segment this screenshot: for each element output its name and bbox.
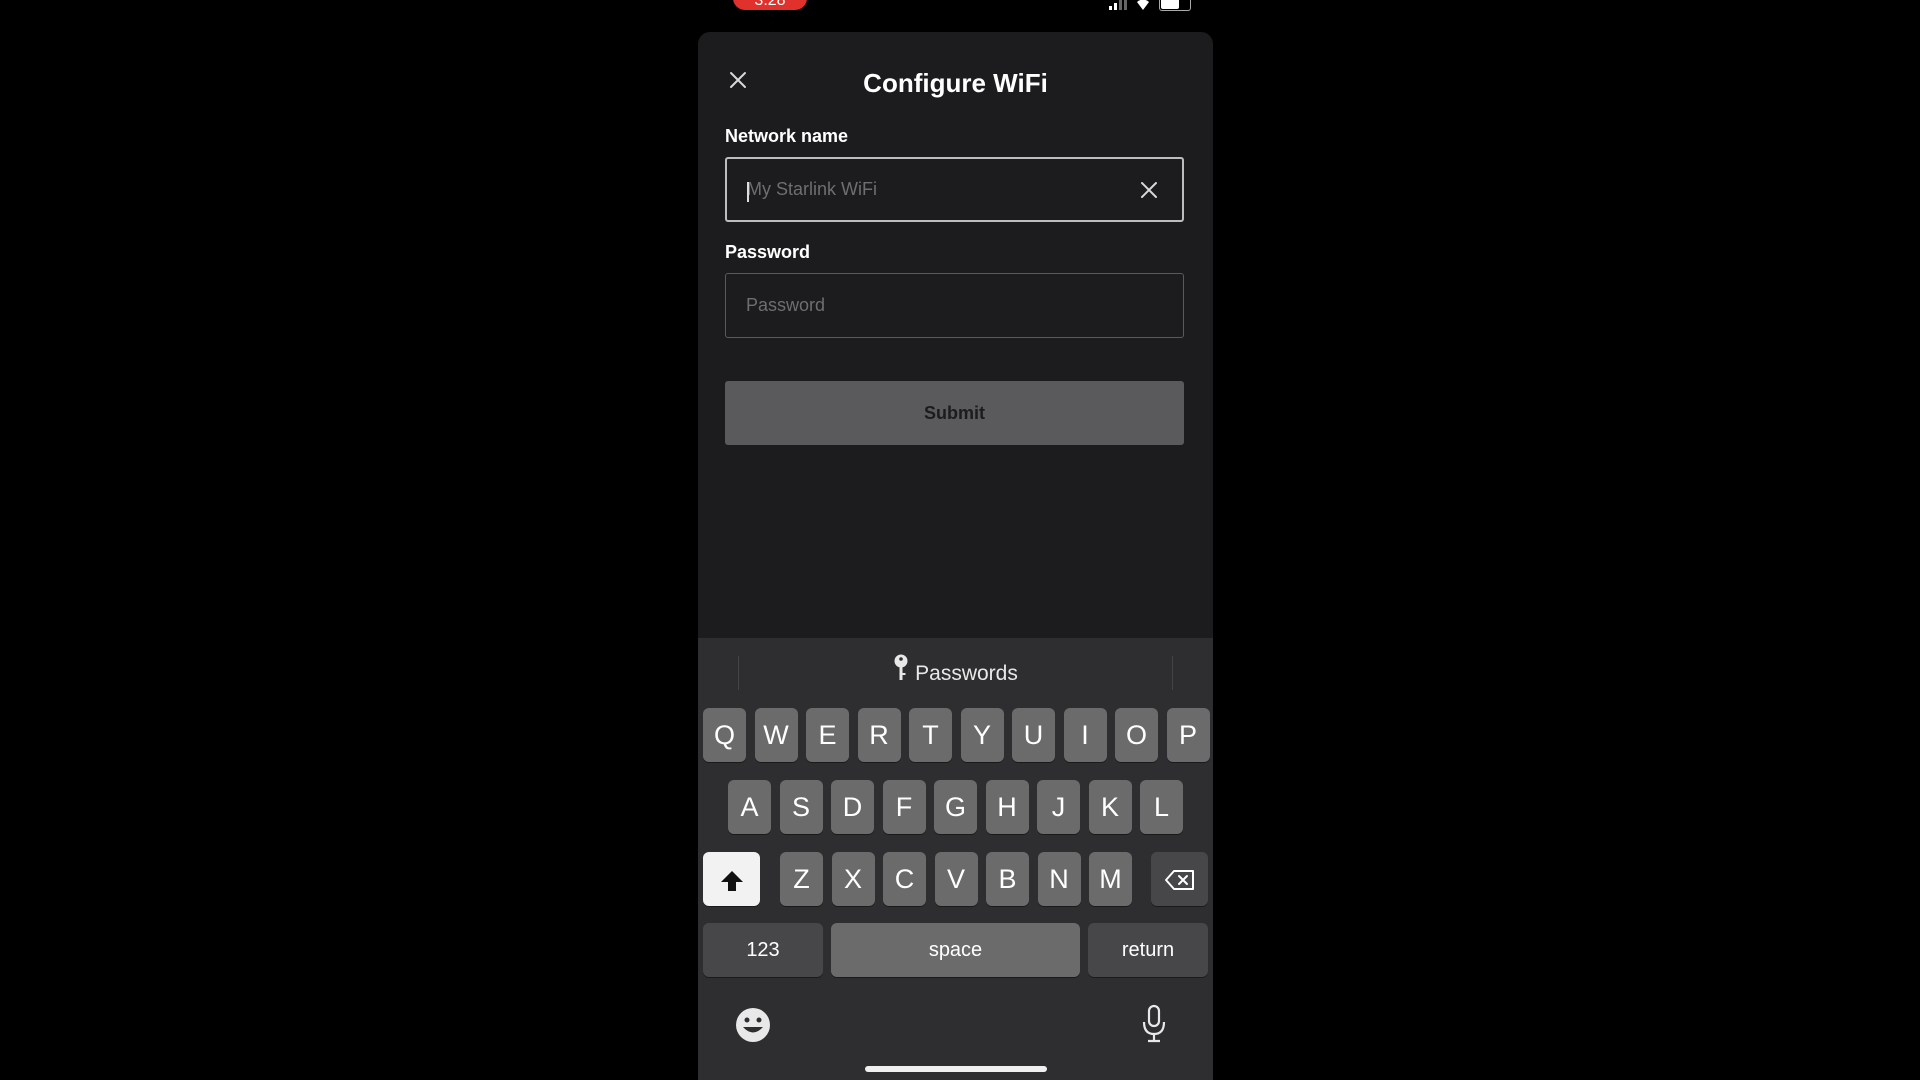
space-key[interactable]: space <box>831 923 1080 977</box>
passwords-suggestion[interactable]: Passwords <box>698 654 1213 686</box>
shift-icon <box>720 870 743 891</box>
key-m[interactable]: M <box>1089 852 1132 906</box>
network-name-field[interactable] <box>725 157 1184 222</box>
microphone-icon[interactable] <box>1141 1004 1167 1044</box>
key-j[interactable]: J <box>1037 780 1080 834</box>
key-g[interactable]: G <box>934 780 977 834</box>
suggestion-label: Passwords <box>915 662 1018 685</box>
clear-icon[interactable] <box>1138 179 1160 201</box>
key-k[interactable]: K <box>1088 780 1132 834</box>
key-f[interactable]: F <box>882 780 926 834</box>
key-s[interactable]: S <box>779 780 823 834</box>
key-o[interactable]: O <box>1115 708 1158 762</box>
key-d[interactable]: D <box>831 780 874 834</box>
key-t[interactable]: T <box>909 708 952 762</box>
backspace-key[interactable] <box>1151 852 1208 906</box>
key-l[interactable]: L <box>1140 780 1183 834</box>
key-z[interactable]: Z <box>780 852 823 906</box>
status-time: 3:28 <box>733 0 807 10</box>
key-b[interactable]: B <box>986 852 1029 906</box>
status-icons <box>1109 0 1191 11</box>
password-input[interactable] <box>726 274 1183 337</box>
key-e[interactable]: E <box>806 708 849 762</box>
battery-icon <box>1159 0 1191 11</box>
key-i[interactable]: I <box>1063 708 1107 762</box>
text-cursor <box>747 182 749 202</box>
key-icon <box>894 654 908 680</box>
key-y[interactable]: Y <box>960 708 1004 762</box>
password-field[interactable] <box>725 273 1184 338</box>
key-a[interactable]: A <box>728 780 771 834</box>
network-name-label: Network name <box>725 126 849 146</box>
configure-wifi-sheet: Configure WiFi Network name Password Sub… <box>698 32 1213 638</box>
return-key[interactable]: return <box>1088 923 1208 977</box>
key-p[interactable]: P <box>1166 708 1210 762</box>
network-name-input[interactable] <box>727 159 1182 220</box>
backspace-icon <box>1164 869 1194 890</box>
numbers-key[interactable]: 123 <box>703 923 823 977</box>
key-r[interactable]: R <box>857 708 901 762</box>
submit-button[interactable]: Submit <box>725 381 1184 445</box>
home-indicator[interactable] <box>865 1066 1047 1072</box>
on-screen-keyboard: Passwords QWERTYUIOP ASDFGHJKL ZXCVBNM 1… <box>698 638 1213 1080</box>
key-u[interactable]: U <box>1012 708 1055 762</box>
key-w[interactable]: W <box>754 708 798 762</box>
wifi-icon <box>1137 0 1149 10</box>
key-x[interactable]: X <box>831 852 875 906</box>
key-n[interactable]: N <box>1037 852 1081 906</box>
emoji-icon[interactable] <box>734 1006 772 1044</box>
shift-key[interactable] <box>703 852 760 906</box>
key-q[interactable]: Q <box>703 708 746 762</box>
phone-screen: 3:28 Configure WiFi Network name Passwor… <box>698 0 1213 1080</box>
signal-icon <box>1109 0 1127 10</box>
key-h[interactable]: H <box>985 780 1029 834</box>
page-title: Configure WiFi <box>863 68 1048 98</box>
password-label: Password <box>725 242 811 262</box>
key-c[interactable]: C <box>883 852 926 906</box>
key-v[interactable]: V <box>934 852 978 906</box>
